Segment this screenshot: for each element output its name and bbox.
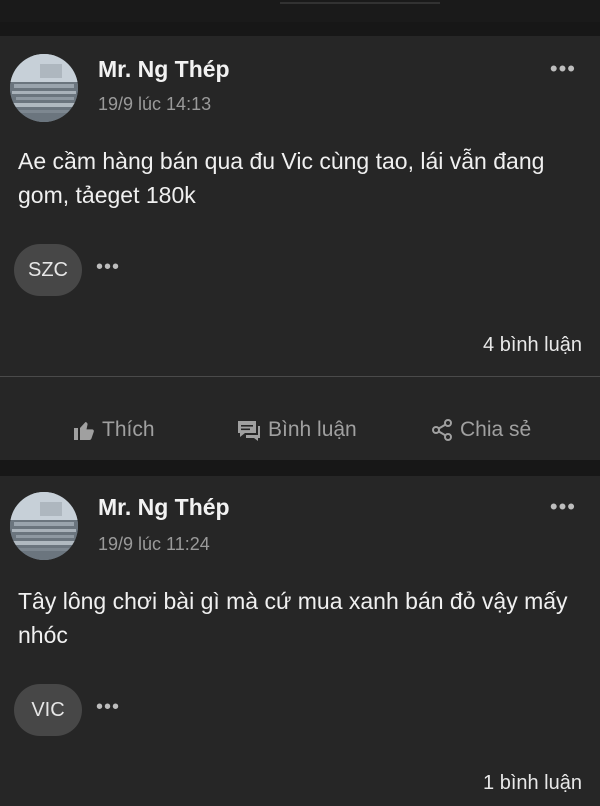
share-icon — [430, 418, 454, 442]
author-avatar[interactable] — [10, 492, 78, 560]
thumbs-up-icon — [72, 418, 96, 442]
post-card: Mr. Ng Thép 19/9 lúc 11:24 ••• Tây lông … — [0, 476, 600, 806]
comments-count[interactable]: 4 bình luận — [483, 334, 582, 357]
author-name[interactable]: Mr. Ng Thép — [98, 494, 230, 521]
share-button[interactable]: Chia sẻ — [430, 410, 531, 450]
mention-badge[interactable]: VIC — [14, 684, 82, 736]
more-options-icon[interactable]: ••• — [550, 494, 576, 520]
comment-icon — [236, 418, 262, 442]
author-avatar[interactable] — [10, 54, 78, 122]
more-mentions-icon[interactable]: ••• — [96, 256, 120, 279]
post-actions-bar: Thích Bình luận Chia sẻ — [0, 410, 600, 450]
more-options-icon[interactable]: ••• — [550, 56, 576, 82]
comments-count[interactable]: 1 bình luận — [483, 772, 582, 795]
share-label: Chia sẻ — [460, 418, 532, 441]
like-label: Thích — [102, 418, 155, 441]
author-name[interactable]: Mr. Ng Thép — [98, 56, 230, 83]
like-button[interactable]: Thích — [72, 410, 155, 450]
post-timestamp[interactable]: 19/9 lúc 14:13 — [98, 94, 211, 115]
divider — [0, 376, 600, 377]
post-text: Tây lông chơi bài gì mà cứ mua xanh bán … — [18, 588, 568, 648]
post-text: Ae cầm hàng bán qua đu Vic cùng tao, lái… — [18, 148, 545, 208]
post-timestamp[interactable]: 19/9 lúc 11:24 — [98, 534, 210, 555]
comment-label: Bình luận — [268, 418, 357, 441]
post-card: Mr. Ng Thép 19/9 lúc 14:13 ••• Ae cầm hà… — [0, 36, 600, 460]
mention-badge[interactable]: SZC — [14, 244, 82, 296]
previous-post-bottom — [0, 0, 600, 22]
comment-button[interactable]: Bình luận — [236, 410, 357, 450]
more-mentions-icon[interactable]: ••• — [96, 696, 120, 719]
